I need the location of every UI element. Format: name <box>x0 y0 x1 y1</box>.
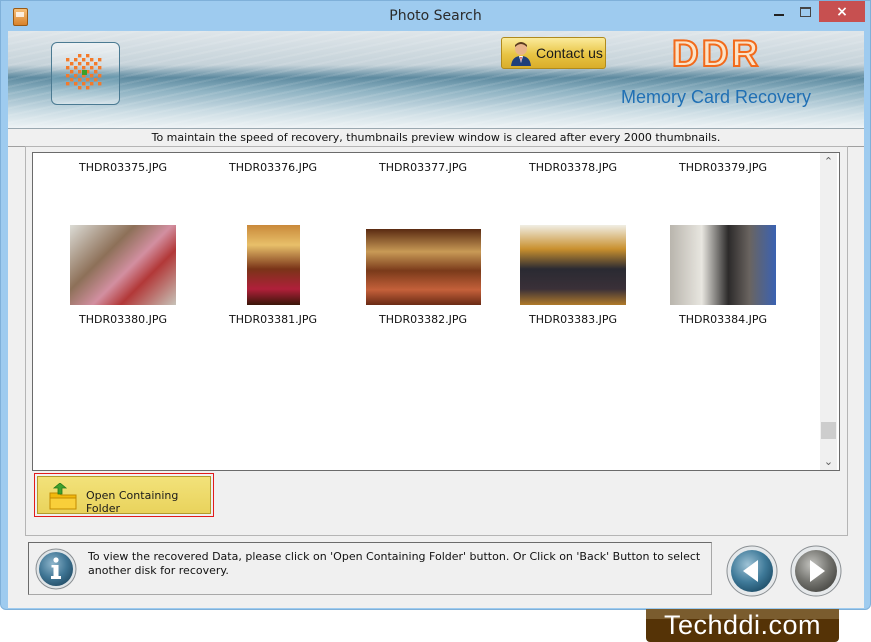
scroll-up-button[interactable]: ⌃ <box>820 153 837 170</box>
client-area: Contact us DDR Memory Card Recovery To m… <box>8 31 864 608</box>
thumbnail-item[interactable]: THDR03383.JPG <box>508 225 638 326</box>
app-logo <box>51 42 120 105</box>
thumbnail-image[interactable] <box>670 152 776 153</box>
scroll-down-button[interactable]: ⌄ <box>820 453 837 470</box>
thumbnail-item[interactable]: THDR03382.JPG <box>358 229 488 326</box>
thumbnail-image[interactable] <box>216 152 331 153</box>
watermark-text: Techddi.com <box>663 610 822 640</box>
contact-us-label: Contact us <box>536 45 603 61</box>
thumbnail-image[interactable] <box>520 225 626 305</box>
thumbnail-image[interactable] <box>670 225 776 305</box>
thumbnail-filename: THDR03376.JPG <box>229 161 317 174</box>
person-icon <box>511 42 531 66</box>
thumbnail-filename: THDR03379.JPG <box>679 161 767 174</box>
back-button[interactable] <box>726 545 778 597</box>
thumbnail-image[interactable] <box>516 152 631 153</box>
title-bar[interactable]: Photo Search × <box>1 1 870 31</box>
thumbnail-filename: THDR03377.JPG <box>379 161 467 174</box>
scroll-thumb[interactable] <box>821 422 836 439</box>
product-name: Memory Card Recovery <box>621 87 812 107</box>
chevron-down-icon: ⌄ <box>823 455 834 468</box>
thumbnail-item[interactable]: THDR03377.JPG <box>358 152 488 174</box>
thumbnail-image[interactable] <box>246 225 300 305</box>
thumbnail-filename: THDR03383.JPG <box>529 313 617 326</box>
notice-text: To maintain the speed of recovery, thumb… <box>8 129 864 147</box>
thumbnail-filename: THDR03378.JPG <box>529 161 617 174</box>
vertical-scrollbar[interactable]: ⌃ ⌄ <box>820 153 837 470</box>
thumbnail-image[interactable] <box>366 152 480 153</box>
minimize-button[interactable] <box>766 1 792 22</box>
watermark-badge: Techddi.com <box>646 609 839 642</box>
next-button[interactable] <box>790 545 842 597</box>
thumbnail-item[interactable]: THDR03376.JPG <box>208 152 338 174</box>
minimize-icon <box>774 13 784 16</box>
maximize-icon <box>799 6 811 17</box>
contact-us-button[interactable]: Contact us <box>501 37 606 69</box>
thumbnail-item[interactable]: THDR03375.JPG <box>58 152 188 174</box>
thumbnail-image[interactable] <box>365 229 481 305</box>
open-containing-folder-label: Open Containing Folder <box>86 489 179 515</box>
thumbnail-filename: THDR03382.JPG <box>379 313 467 326</box>
chevron-up-icon: ⌃ <box>823 155 834 168</box>
thumbnail-item[interactable]: THDR03381.JPG <box>208 225 338 326</box>
thumbnail-gallery: THDR03375.JPG THDR03376.JPG THDR03377.JPG T… <box>32 152 840 471</box>
thumbnail-item[interactable]: THDR03378.JPG <box>508 152 638 174</box>
close-button[interactable]: × <box>819 1 865 22</box>
app-window: Photo Search × Contact us DDR Memory Car… <box>0 0 871 610</box>
thumbnail-filename: THDR03381.JPG <box>229 313 317 326</box>
thumbnail-item[interactable]: THDR03380.JPG <box>58 225 188 326</box>
window-title: Photo Search <box>389 8 482 24</box>
thumbnail-filename: THDR03380.JPG <box>79 313 167 326</box>
status-message: To view the recovered Data, please click… <box>88 550 701 577</box>
info-icon <box>35 548 77 590</box>
thumbnail-item[interactable]: THDR03384.JPG <box>658 225 788 326</box>
logo-pattern-icon <box>66 54 102 90</box>
brand-logo: DDR <box>671 32 762 75</box>
thumbnail-filename: THDR03384.JPG <box>679 313 767 326</box>
thumbnail-image[interactable] <box>67 152 180 153</box>
thumbnail-item[interactable]: THDR03379.JPG <box>658 152 788 174</box>
open-containing-folder-button[interactable]: Open Containing Folder <box>34 473 214 517</box>
status-panel: To view the recovered Data, please click… <box>28 542 712 595</box>
back-arrow-icon <box>726 545 778 597</box>
thumbnail-filename: THDR03375.JPG <box>79 161 167 174</box>
close-icon: × <box>836 3 848 20</box>
next-arrow-icon <box>790 545 842 597</box>
maximize-button[interactable] <box>792 1 818 22</box>
folder-upload-icon <box>49 483 77 510</box>
header-banner: Contact us DDR Memory Card Recovery <box>8 31 864 129</box>
thumbnail-image[interactable] <box>70 225 176 305</box>
